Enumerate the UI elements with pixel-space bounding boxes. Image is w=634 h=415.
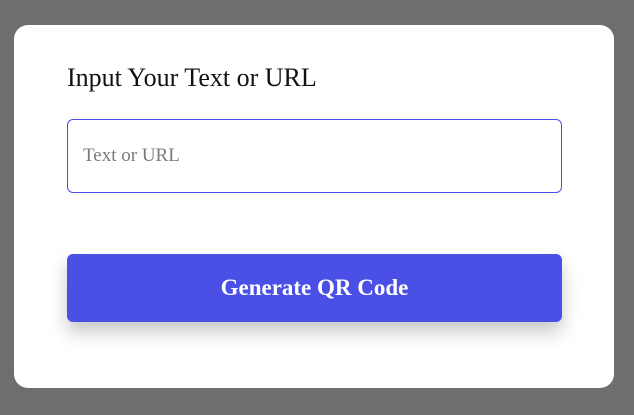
form-title: Input Your Text or URL [67,63,317,92]
qr-form-card: Input Your Text or URL Generate QR Code [14,25,614,388]
text-input-wrapper [67,119,562,193]
text-or-url-input[interactable] [67,119,562,193]
generate-qr-code-button[interactable]: Generate QR Code [67,254,562,322]
